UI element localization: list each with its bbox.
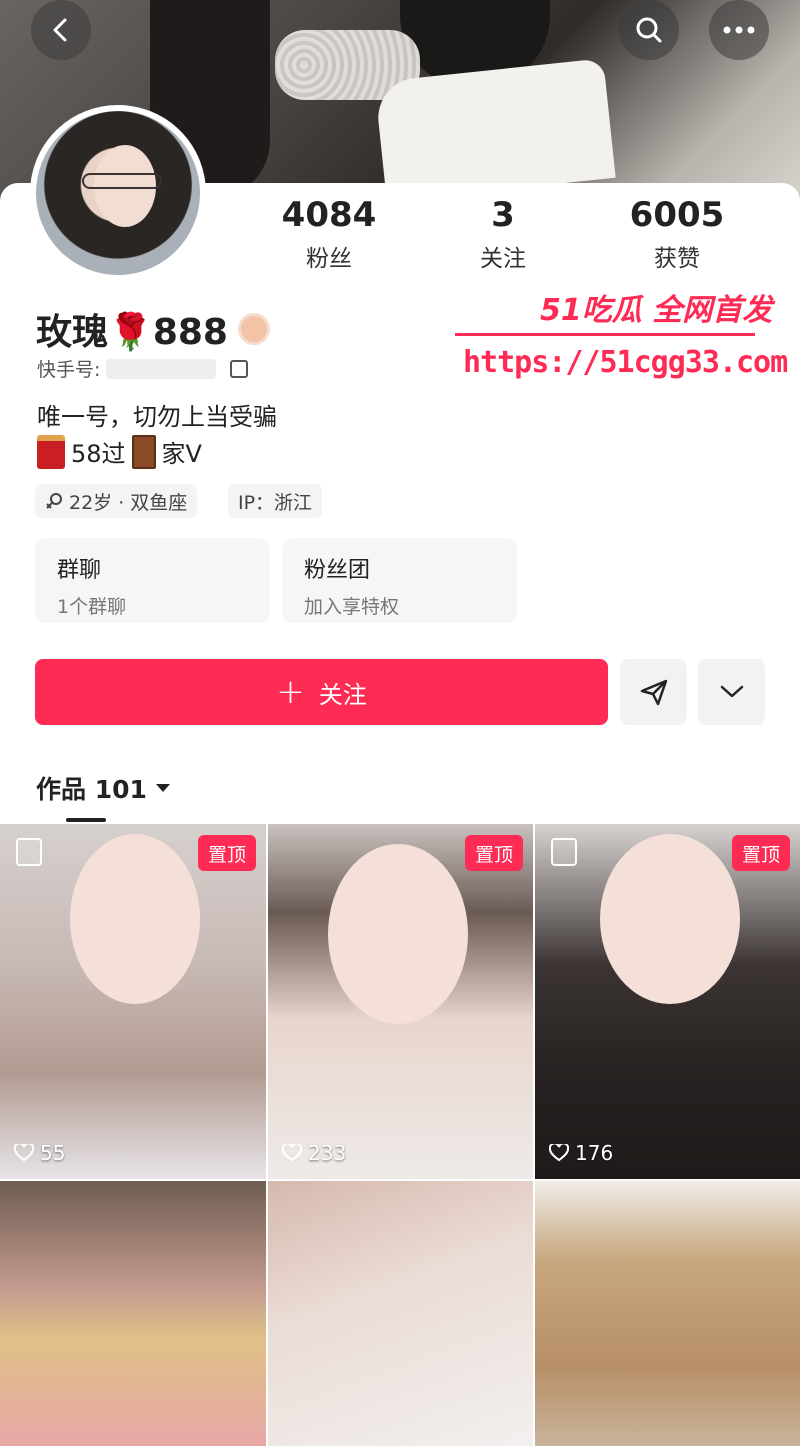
avatar-glasses <box>82 173 162 189</box>
chevron-down-icon <box>720 685 743 698</box>
grid-item[interactable] <box>535 1181 800 1446</box>
grid-item[interactable]: 置顶 233 <box>268 824 533 1179</box>
tab-works[interactable]: 作品 101 <box>36 770 171 806</box>
group-chat-tile[interactable]: 群聊 1个群聊 <box>35 538 270 623</box>
caret-down-icon <box>155 784 170 792</box>
grid-item[interactable]: 置顶 55 <box>0 824 266 1179</box>
profile-name-row: 玫瑰🌹888 <box>36 303 270 355</box>
stat-following-label: 关注 <box>480 246 526 272</box>
like-count-value: 176 <box>575 1141 614 1165</box>
stat-likes-label: 获赞 <box>654 246 700 272</box>
heart-icon <box>282 1144 302 1162</box>
user-id-row: 快手号: <box>37 355 249 382</box>
heart-icon <box>14 1144 34 1162</box>
watermark-line <box>455 333 755 336</box>
pinned-badge: 置顶 <box>464 835 523 871</box>
like-count: 55 <box>14 1141 65 1165</box>
pinned-badge: 置顶 <box>197 835 256 871</box>
watermark-url: https://51cgg33.com <box>463 345 788 380</box>
photo-subject <box>600 834 740 1004</box>
stat-fans-value: 4084 <box>281 195 377 235</box>
group-chat-sub: 1个群聊 <box>57 596 127 618</box>
tagline-text-a: 58过 <box>71 440 126 468</box>
more-button[interactable] <box>709 0 769 60</box>
profile-bio: 唯一号，切勿上当受骗 <box>37 403 277 431</box>
stat-likes[interactable]: 6005 获赞 <box>587 195 767 273</box>
back-icon <box>53 18 67 42</box>
photo-subject <box>70 834 200 1004</box>
gallery-icon <box>16 838 42 866</box>
pinned-badge: 置顶 <box>731 835 790 871</box>
gallery-icon <box>551 838 577 866</box>
follow-button[interactable]: + 关注 <box>35 659 608 725</box>
grid-item[interactable] <box>268 1181 533 1446</box>
fan-club-tile[interactable]: 粉丝团 加入享特权 <box>282 538 517 623</box>
gender-icon <box>46 493 62 509</box>
grid-item[interactable]: 置顶 176 <box>535 824 800 1179</box>
group-chat-title: 群聊 <box>57 558 102 583</box>
share-icon <box>640 679 667 706</box>
plus-icon: + <box>276 672 305 712</box>
user-id-label: 快手号: <box>37 359 101 381</box>
stat-fans-label: 粉丝 <box>306 246 352 272</box>
watermark-brand: 51吃瓜 全网首发 <box>540 293 773 328</box>
like-count: 176 <box>549 1141 613 1165</box>
works-grid: 置顶 55 置顶 233 置顶 176 <box>0 824 800 1446</box>
fan-club-title: 粉丝团 <box>304 558 371 583</box>
tagline-text-b: 家V <box>161 440 202 468</box>
stat-following[interactable]: 3 关注 <box>413 195 593 273</box>
stat-likes-value: 6005 <box>629 195 725 235</box>
profile-name: 玫瑰🌹888 <box>36 312 228 353</box>
banner-photo-part <box>374 58 616 200</box>
photo-subject <box>328 844 468 1024</box>
fan-club-sub: 加入享特权 <box>304 596 400 618</box>
stat-fans[interactable]: 4084 粉丝 <box>239 195 419 273</box>
red-envelope-icon <box>37 434 65 469</box>
recommend-dropdown-button[interactable] <box>698 659 765 725</box>
message-button[interactable] <box>620 659 687 725</box>
search-icon <box>636 17 662 43</box>
tab-works-underline <box>66 818 106 822</box>
door-icon <box>131 434 156 469</box>
user-id-value <box>106 358 217 379</box>
copy-icon[interactable] <box>230 359 249 378</box>
like-count-value: 233 <box>308 1141 347 1165</box>
heart-icon <box>549 1144 569 1162</box>
search-button[interactable] <box>619 0 679 60</box>
profile-tagline: 58过 家V <box>37 434 202 469</box>
like-count: 233 <box>282 1141 346 1165</box>
watermark: 51吃瓜 全网首发 https://51cgg33.com <box>455 285 788 385</box>
ip-chip: IP：浙江 <box>228 484 323 518</box>
grid-item[interactable] <box>0 1181 266 1446</box>
back-button[interactable] <box>31 0 91 60</box>
tab-works-label: 作品 101 <box>36 775 147 804</box>
level-badge-icon[interactable] <box>237 313 270 345</box>
avatar[interactable] <box>30 105 206 281</box>
like-count-value: 55 <box>40 1141 66 1165</box>
more-icon <box>723 26 755 34</box>
age-chip: 22岁 · 双鱼座 <box>35 484 198 518</box>
age-chip-text: 22岁 · 双鱼座 <box>69 491 188 514</box>
ip-chip-text: IP：浙江 <box>238 491 313 514</box>
follow-button-label: 关注 <box>318 680 367 709</box>
stat-following-value: 3 <box>491 195 515 235</box>
